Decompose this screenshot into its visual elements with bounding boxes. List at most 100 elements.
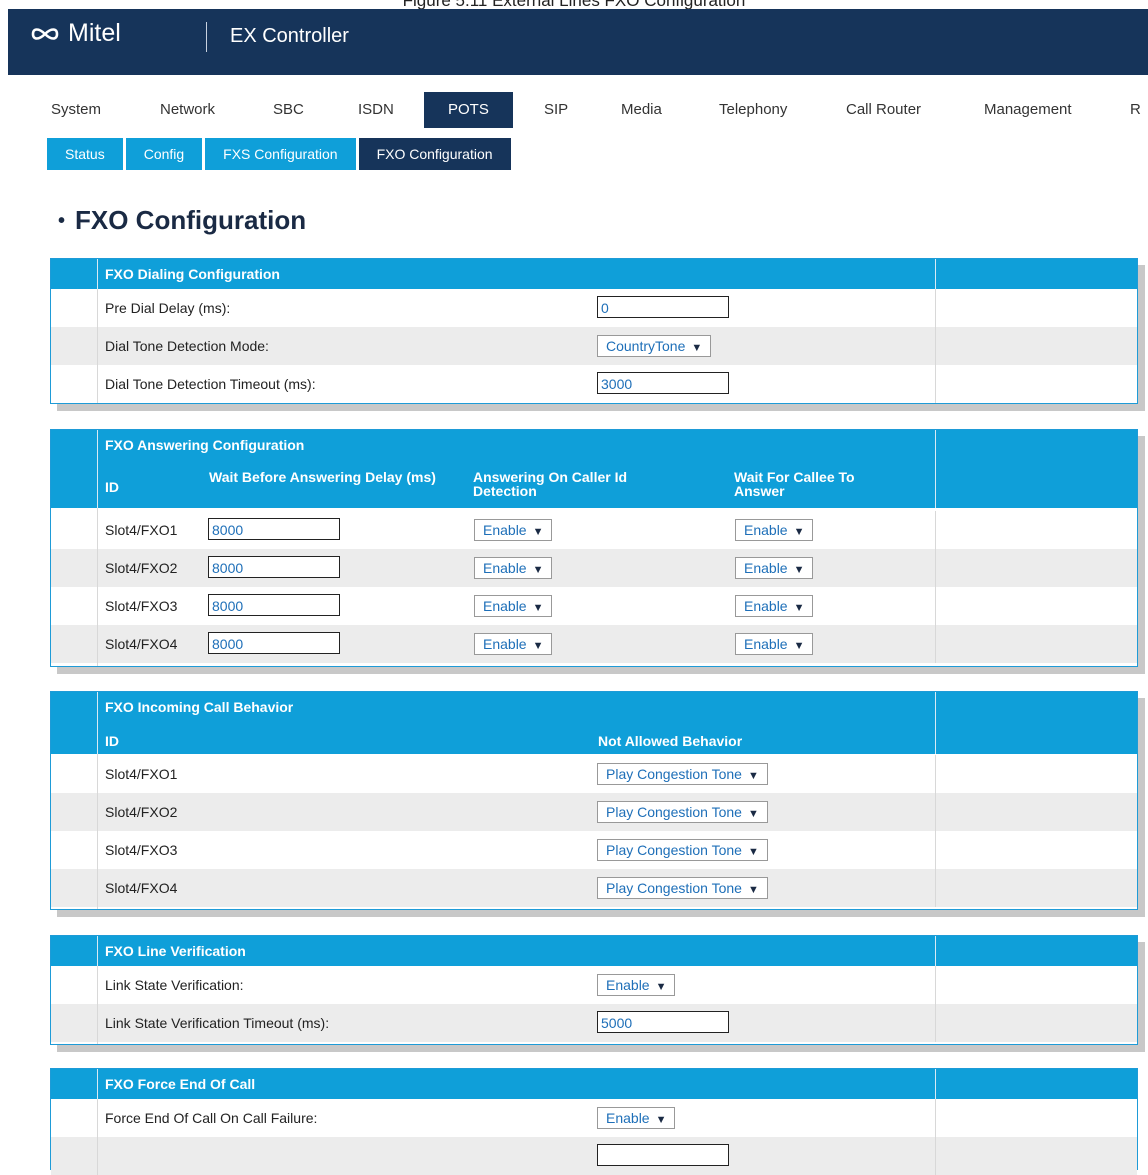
- col-header-behavior: Not Allowed Behavior: [598, 733, 743, 749]
- header-stripe: [51, 936, 98, 966]
- header-separator: [935, 259, 936, 289]
- row-separator: [935, 625, 936, 663]
- behavior-select[interactable]: Play Congestion Tone ▼: [597, 839, 768, 861]
- nav-sip[interactable]: SIP: [544, 92, 568, 128]
- header-separator: [935, 1069, 936, 1099]
- col-header-callee: Wait For Callee To Answer: [734, 469, 855, 499]
- dial-tone-mode-select[interactable]: CountryTone ▼: [597, 335, 712, 357]
- subtab-config[interactable]: Config: [125, 138, 203, 170]
- select-value: Play Congestion Tone: [606, 842, 742, 858]
- wait-delay-input[interactable]: 8000: [208, 632, 340, 654]
- row-id: Slot4/FXO4: [105, 636, 178, 652]
- nav-network[interactable]: Network: [160, 92, 215, 128]
- link-state-label: Link State Verification:: [105, 977, 244, 993]
- row-separator: [97, 327, 98, 365]
- row-separator: [935, 831, 936, 869]
- link-state-timeout-input[interactable]: 5000: [597, 1011, 729, 1033]
- select-value: Enable: [744, 560, 788, 576]
- dropdown-arrow-icon: ▼: [747, 808, 759, 820]
- nav-sbc[interactable]: SBC: [273, 92, 304, 128]
- row-separator: [935, 1137, 936, 1175]
- row-id: Slot4/FXO4: [105, 880, 178, 896]
- header-separator: [935, 936, 936, 966]
- answering-config-panel: FXO Answering Configuration ID Wait Befo…: [50, 429, 1138, 667]
- row-separator: [935, 1004, 936, 1042]
- nav-management[interactable]: Management: [984, 92, 1072, 128]
- behavior-select[interactable]: Play Congestion Tone ▼: [597, 763, 768, 785]
- wait-delay-input[interactable]: 8000: [208, 594, 340, 616]
- answering-row: Slot4/FXO2 8000 Enable ▼ Enable ▼: [51, 549, 1137, 587]
- row-separator: [935, 327, 936, 365]
- select-value: Play Congestion Tone: [606, 804, 742, 820]
- subtab-status[interactable]: Status: [47, 138, 123, 170]
- behavior-select[interactable]: Play Congestion Tone ▼: [597, 801, 768, 823]
- panel-header: FXO Dialing Configuration: [51, 259, 1137, 289]
- product-name: EX Controller: [230, 25, 349, 47]
- subtab-fxo-configuration[interactable]: FXO Configuration: [358, 138, 511, 170]
- caller-id-select[interactable]: Enable ▼: [474, 595, 553, 617]
- select-value: Enable: [606, 1110, 650, 1126]
- row-separator: [97, 966, 98, 1004]
- dial-tone-timeout-input[interactable]: 3000: [597, 372, 729, 394]
- force-end-select[interactable]: Enable ▼: [597, 1107, 676, 1129]
- partial-input[interactable]: [597, 1144, 729, 1166]
- pre-dial-input[interactable]: 0: [597, 296, 729, 318]
- row-separator: [935, 755, 936, 793]
- incoming-row: Slot4/FXO1 Play Congestion Tone ▼: [51, 755, 1137, 793]
- row-id: Slot4/FXO2: [105, 560, 178, 576]
- col-header-id: ID: [105, 479, 119, 495]
- dial-tone-mode-value: CountryTone: [606, 338, 686, 354]
- row-id: Slot4/FXO3: [105, 842, 178, 858]
- row-id: Slot4/FXO3: [105, 598, 178, 614]
- select-value: Enable: [606, 977, 650, 993]
- dropdown-arrow-icon: ▼: [655, 981, 667, 993]
- wait-delay-input[interactable]: 8000: [208, 518, 340, 540]
- header-stripe: [51, 430, 98, 508]
- dial-tone-timeout-row: Dial Tone Detection Timeout (ms): 3000: [51, 365, 1137, 403]
- wait-delay-input[interactable]: 8000: [208, 556, 340, 578]
- callee-select[interactable]: Enable ▼: [735, 633, 814, 655]
- dropdown-arrow-icon: ▼: [793, 564, 805, 576]
- select-value: Enable: [744, 522, 788, 538]
- caller-id-select[interactable]: Enable ▼: [474, 557, 553, 579]
- callee-select[interactable]: Enable ▼: [735, 595, 814, 617]
- nav-system[interactable]: System: [51, 92, 101, 128]
- header-stripe: [51, 692, 98, 754]
- row-separator: [97, 831, 98, 869]
- callee-select[interactable]: Enable ▼: [735, 519, 814, 541]
- dial-tone-timeout-label: Dial Tone Detection Timeout (ms):: [105, 376, 316, 392]
- row-separator: [97, 511, 98, 549]
- col-header-caller-id: Answering On Caller Id Detection: [473, 469, 628, 499]
- header-divider: [206, 22, 207, 52]
- answering-row: Slot4/FXO3 8000 Enable ▼ Enable ▼: [51, 587, 1137, 625]
- behavior-select[interactable]: Play Congestion Tone ▼: [597, 877, 768, 899]
- row-id: Slot4/FXO2: [105, 804, 178, 820]
- link-state-timeout-label: Link State Verification Timeout (ms):: [105, 1015, 330, 1031]
- force-end-label: Force End Of Call On Call Failure:: [105, 1110, 318, 1126]
- caller-id-select[interactable]: Enable ▼: [474, 633, 553, 655]
- nav-isdn[interactable]: ISDN: [358, 92, 394, 128]
- panel-header: FXO Force End Of Call: [51, 1069, 1137, 1099]
- callee-select[interactable]: Enable ▼: [735, 557, 814, 579]
- row-separator: [935, 365, 936, 403]
- select-value: Play Congestion Tone: [606, 880, 742, 896]
- caller-id-select[interactable]: Enable ▼: [474, 519, 553, 541]
- row-separator: [97, 1099, 98, 1137]
- header-stripe: [51, 259, 98, 289]
- incoming-call-panel: FXO Incoming Call Behavior ID Not Allowe…: [50, 691, 1138, 910]
- row-separator: [97, 1137, 98, 1175]
- nav-telephony[interactable]: Telephony: [719, 92, 787, 128]
- dial-tone-mode-row: Dial Tone Detection Mode: CountryTone ▼: [51, 327, 1137, 365]
- select-value: Enable: [483, 522, 527, 538]
- nav-media[interactable]: Media: [621, 92, 662, 128]
- subtab-fxs-configuration[interactable]: FXS Configuration: [205, 138, 356, 170]
- nav-call-router[interactable]: Call Router: [846, 92, 921, 128]
- nav-pots[interactable]: POTS: [424, 92, 513, 128]
- select-value: Enable: [744, 598, 788, 614]
- link-state-select[interactable]: Enable ▼: [597, 974, 676, 996]
- main-navigation: System Network SBC ISDN POTS SIP Media T…: [0, 92, 1148, 128]
- nav-r-truncated[interactable]: R: [1130, 92, 1141, 128]
- incoming-row: Slot4/FXO2 Play Congestion Tone ▼: [51, 793, 1137, 831]
- panel-header: FXO Incoming Call Behavior ID Not Allowe…: [51, 692, 1137, 754]
- row-separator: [97, 587, 98, 625]
